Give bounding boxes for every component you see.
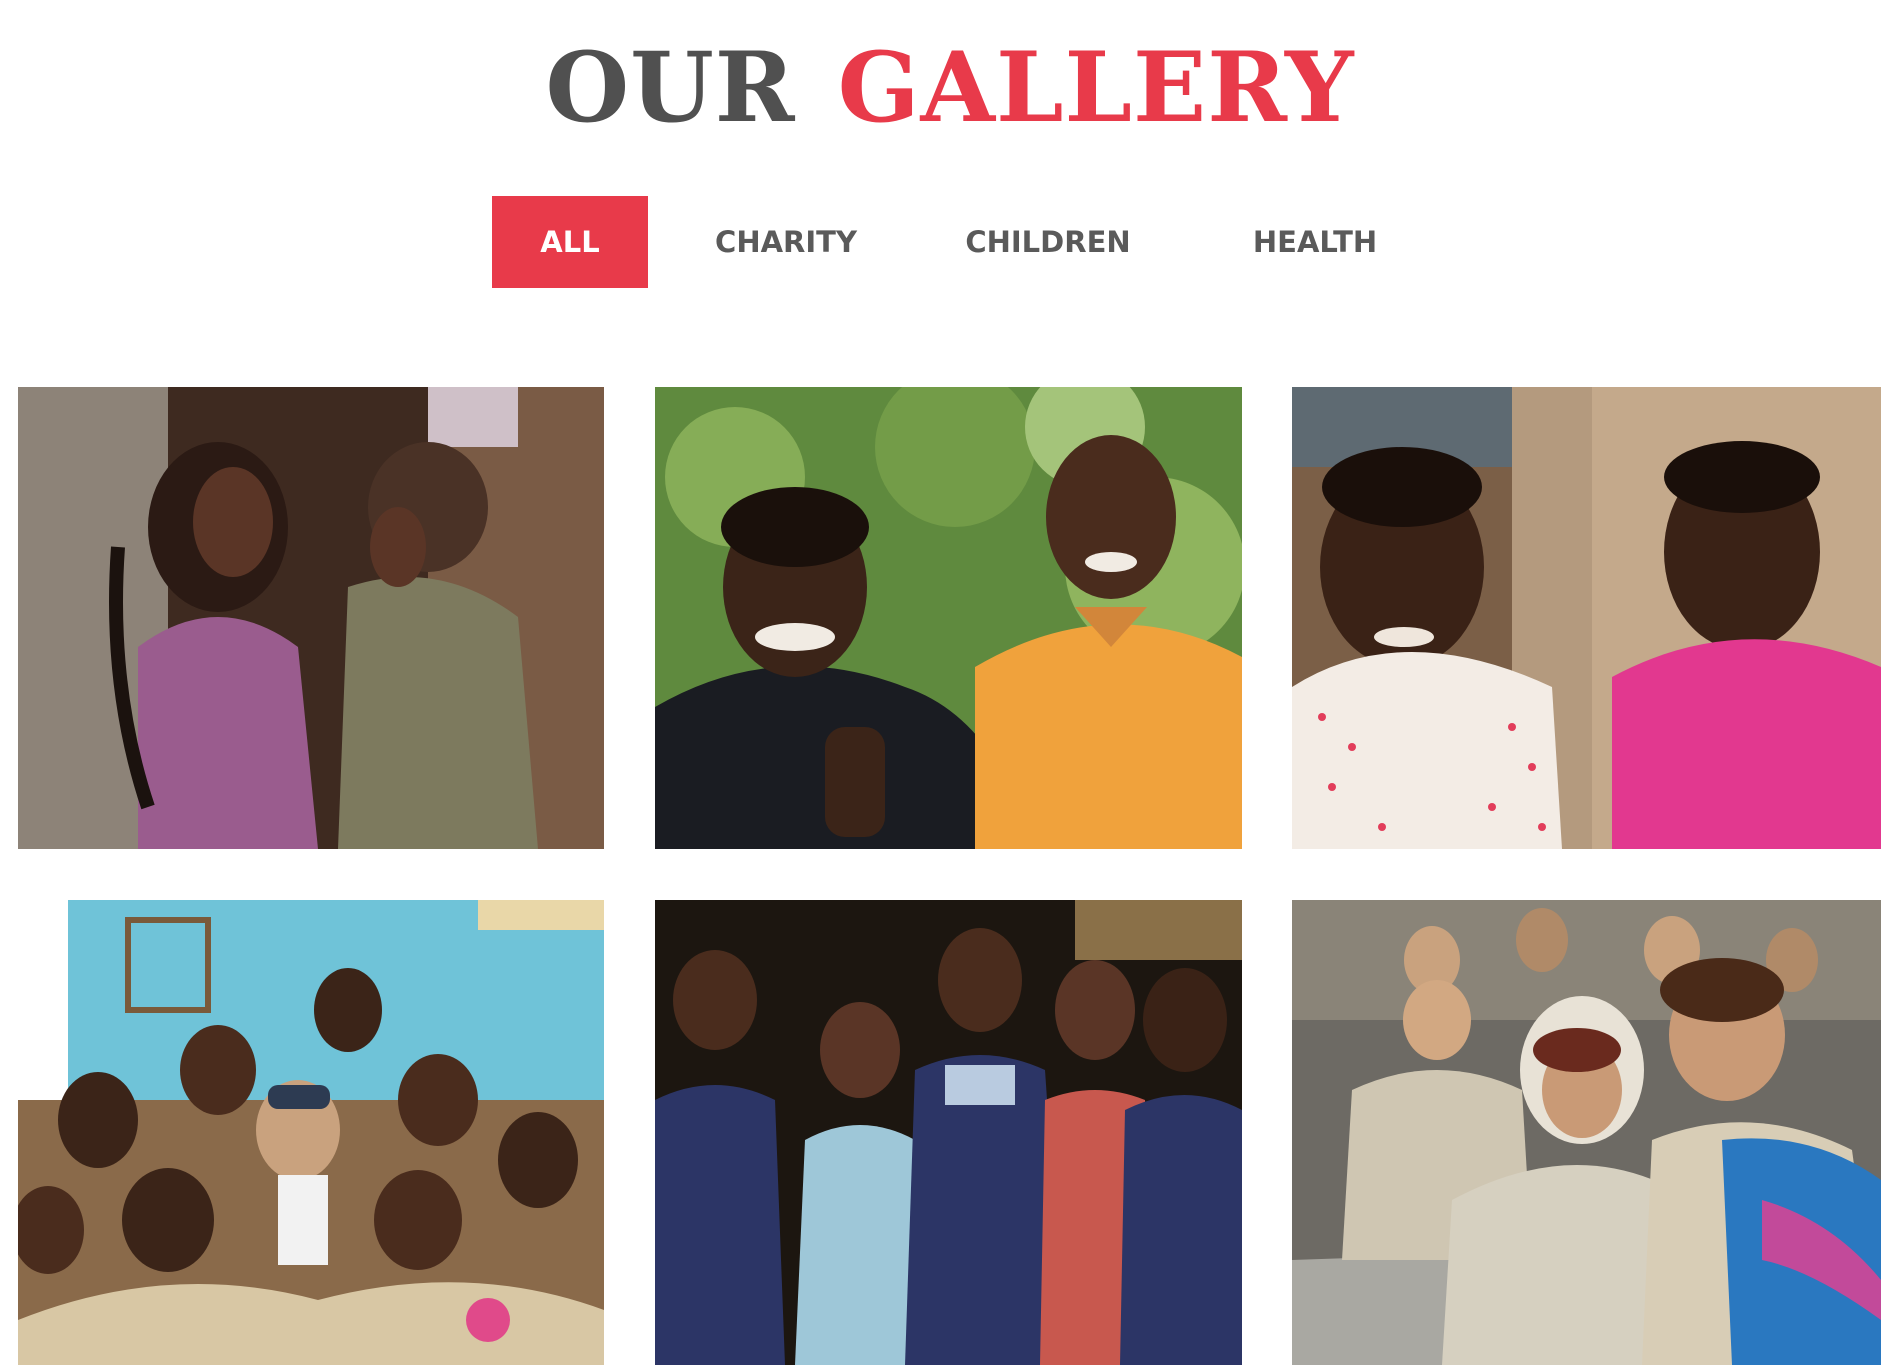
gallery-photo-2[interactable] bbox=[655, 387, 1242, 849]
gallery-photo-4[interactable] bbox=[18, 900, 604, 1365]
title-word-gallery: GALLERY bbox=[837, 31, 1355, 144]
page-title: OUR GALLERY bbox=[0, 28, 1900, 148]
photo-two-girls bbox=[1292, 387, 1881, 849]
photo-children-outdoors bbox=[1292, 900, 1881, 1365]
filter-charity-button[interactable]: CHARITY bbox=[700, 196, 872, 288]
gallery-photo-1[interactable] bbox=[18, 387, 604, 849]
gallery-filter-bar: ALL CHARITY CHILDREN HEALTH bbox=[0, 196, 1900, 288]
gallery-photo-6[interactable] bbox=[1292, 900, 1881, 1365]
filter-health-button[interactable]: HEALTH bbox=[1230, 196, 1400, 288]
photo-classroom-group bbox=[18, 900, 604, 1365]
title-word-our: OUR bbox=[545, 31, 796, 144]
photo-young-man-and-boy bbox=[655, 387, 1242, 849]
filter-all-button[interactable]: ALL bbox=[492, 196, 648, 288]
photo-girl-holding-child bbox=[18, 387, 604, 849]
gallery-photo-3[interactable] bbox=[1292, 387, 1881, 849]
gallery-photo-5[interactable] bbox=[655, 900, 1242, 1365]
filter-children-button[interactable]: CHILDREN bbox=[960, 196, 1136, 288]
photo-girls-in-uniforms bbox=[655, 900, 1242, 1365]
